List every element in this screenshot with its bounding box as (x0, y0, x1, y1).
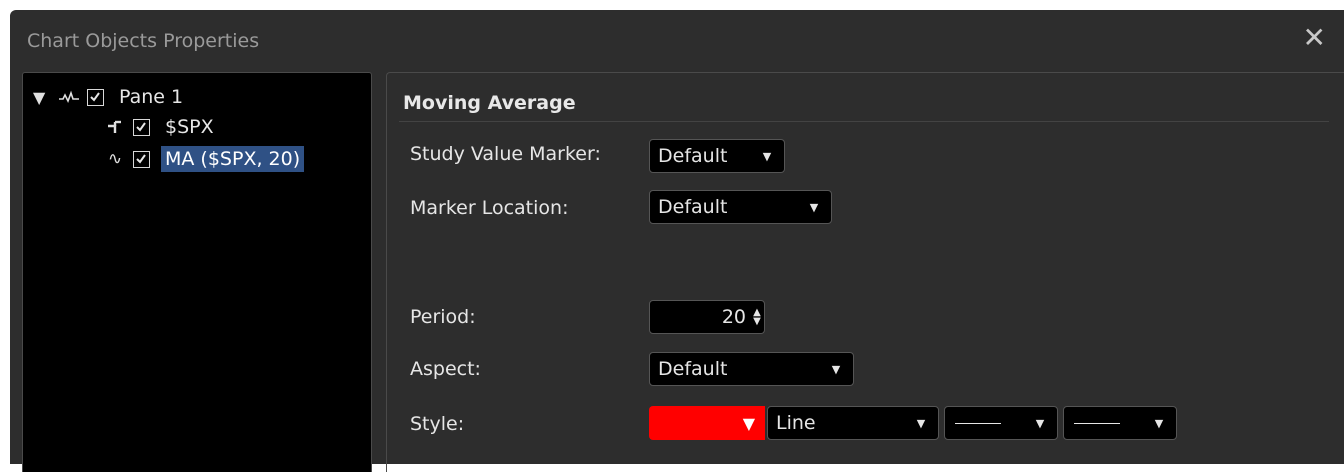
close-icon[interactable]: ✕ (1303, 24, 1326, 52)
section-title: Moving Average (403, 92, 576, 114)
section-divider (399, 121, 1329, 122)
marker-location-label: Marker Location: (410, 197, 569, 219)
chevron-down-icon: ▼ (809, 200, 819, 214)
title-bar[interactable]: Chart Objects Properties ✕ (10, 10, 1344, 66)
properties-panel: Moving Average Study Value Marker: Defau… (386, 72, 1344, 472)
style-label: Style: (410, 413, 465, 435)
tree-item-label: $SPX (165, 116, 214, 138)
aspect-dropdown[interactable]: Default ▼ (649, 352, 854, 386)
dropdown-value: Default (658, 358, 728, 380)
study-value-marker-dropdown[interactable]: Default ▼ (649, 139, 785, 173)
chart-objects-tree[interactable]: ▼ Pane 1 $SPX ∿ MA ($SPX, 20) (22, 72, 372, 472)
style-color-picker[interactable]: ▼ (649, 406, 765, 440)
chevron-down-icon: ▼ (1035, 416, 1045, 430)
period-label: Period: (410, 306, 476, 328)
chevron-down-icon: ▼ (1154, 416, 1164, 430)
tree-item-label: MA ($SPX, 20) (161, 146, 305, 172)
dialog-title: Chart Objects Properties (27, 30, 260, 52)
aspect-label: Aspect: (410, 358, 481, 380)
marker-location-dropdown[interactable]: Default ▼ (649, 190, 832, 224)
line-width-preview (945, 422, 1031, 424)
ma-checkbox[interactable] (133, 150, 150, 168)
spx-checkbox[interactable] (133, 118, 150, 136)
chevron-down-icon: ▼ (831, 362, 841, 376)
chevron-down-icon: ▼ (916, 416, 926, 430)
period-spinbox[interactable]: 20 ▲ ▼ (649, 300, 765, 334)
tree-item-ma-spx-20[interactable]: ∿ MA ($SPX, 20) (97, 145, 305, 173)
style-line-width-dropdown[interactable]: ▼ (944, 406, 1058, 440)
pane-1-checkbox[interactable] (87, 88, 104, 106)
style-line-type-dropdown[interactable]: Line ▼ (767, 406, 939, 440)
dropdown-value: Line (776, 412, 816, 434)
chevron-down-icon: ▼ (762, 149, 772, 163)
tree-item-label: Pane 1 (119, 86, 184, 108)
line-dash-preview (1064, 422, 1150, 424)
chart-objects-properties-dialog: Chart Objects Properties ✕ ▼ Pane 1 $SPX… (10, 10, 1344, 472)
sine-wave-icon: ∿ (107, 149, 123, 169)
expand-arrow-icon[interactable]: ▼ (33, 88, 51, 107)
dropdown-value: Default (658, 145, 728, 167)
chevron-down-icon: ▼ (742, 413, 755, 433)
step-line-icon (97, 120, 133, 134)
dropdown-value: Default (658, 196, 728, 218)
study-value-marker-label: Study Value Marker: (410, 143, 601, 165)
tree-item-spx[interactable]: $SPX (97, 113, 218, 141)
period-value: 20 (721, 306, 746, 328)
style-line-dash-dropdown[interactable]: ▼ (1063, 406, 1177, 440)
spin-down-icon[interactable]: ▼ (753, 317, 761, 327)
tree-item-pane-1[interactable]: ▼ Pane 1 (33, 83, 187, 111)
pane-wave-icon (51, 90, 87, 104)
spin-arrows-icon[interactable]: ▲ ▼ (750, 308, 764, 327)
